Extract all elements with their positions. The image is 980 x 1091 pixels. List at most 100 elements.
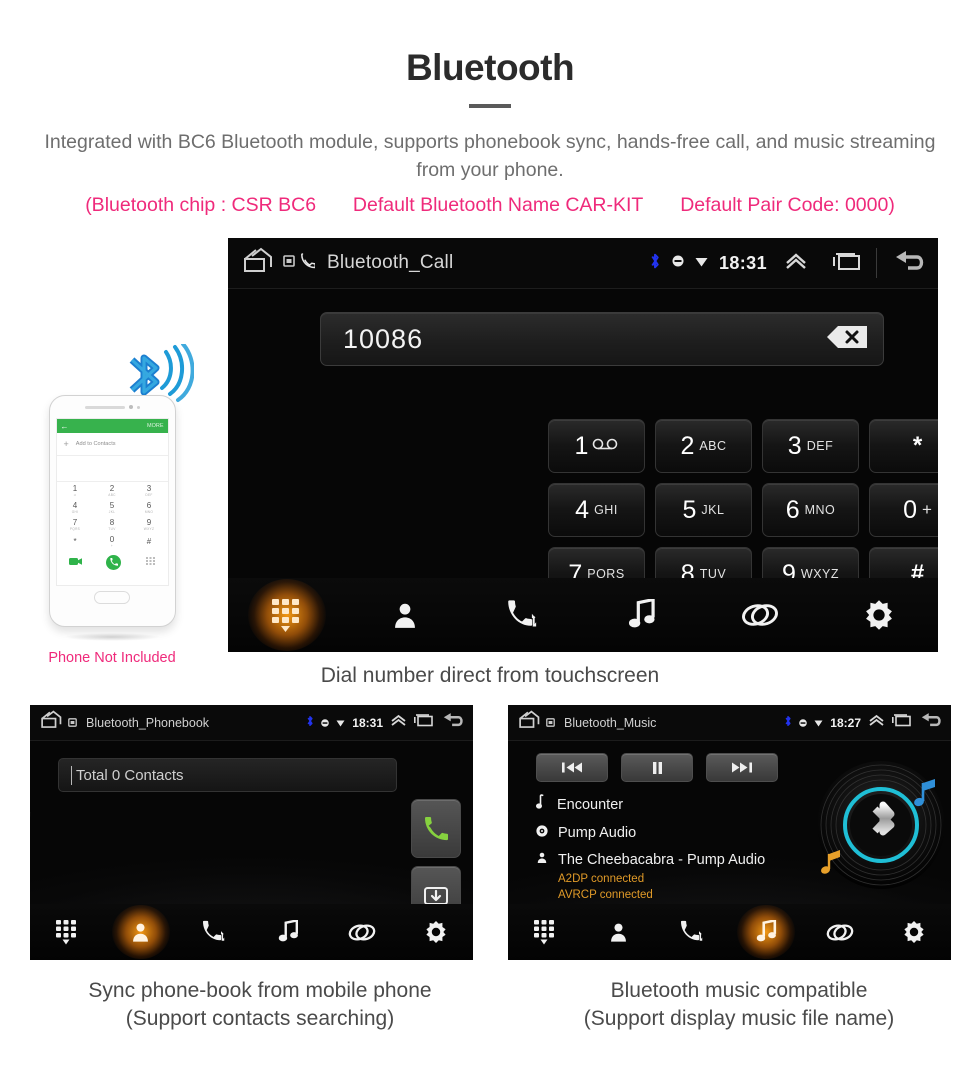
phone-key-letters: ABC: [108, 492, 116, 497]
phone-key-letters: ∞: [73, 492, 77, 497]
contacts-search-input[interactable]: Total 0 Contacts: [58, 758, 397, 792]
nav-music[interactable]: [729, 904, 803, 960]
videocall-icon: [68, 553, 82, 571]
key-digit: 0: [903, 495, 917, 524]
keypad-icon: [272, 599, 300, 632]
phone-key-digit: 5: [109, 500, 115, 510]
key-digit: 1: [574, 431, 589, 460]
more-label: MORE: [147, 423, 164, 429]
call-history-icon: [508, 600, 536, 627]
nav-settings[interactable]: [820, 578, 938, 652]
contact-icon: [133, 923, 149, 942]
status-bar: Bluetooth_Phonebook 18:31: [30, 705, 473, 741]
track-title: Encounter: [557, 796, 624, 813]
nav-music[interactable]: [583, 578, 701, 652]
screen-title: Bluetooth_Call: [327, 252, 454, 273]
nav-call-history[interactable]: [465, 578, 583, 652]
track-title-row: Encounter: [536, 794, 826, 815]
status-bar: Bluetooth_Call 18:31: [228, 238, 938, 289]
track-note-icon: [536, 794, 547, 815]
voicemail-icon: [592, 437, 618, 455]
home-icon[interactable]: [518, 710, 542, 735]
speaker-grille: [84, 405, 125, 409]
key-digit: *: [912, 432, 923, 459]
bluetooth-phonebook-screen: Bluetooth_Phonebook 18:31 Total 0 Contac…: [30, 705, 473, 960]
nav-contacts[interactable]: [346, 578, 464, 652]
spec-name: Default Bluetooth Name CAR-KIT: [352, 193, 644, 216]
backspace-icon[interactable]: [825, 324, 869, 355]
phone-key-letters: WXYZ: [143, 526, 155, 531]
previous-track-button[interactable]: [536, 753, 608, 782]
nav-pair-link[interactable]: [701, 578, 819, 652]
sd-card-icon: [283, 254, 295, 272]
key-digit: 6: [785, 495, 800, 524]
nav-settings[interactable]: [399, 904, 473, 960]
bluetooth-icon: [306, 714, 314, 732]
nav-keypad[interactable]: [508, 904, 582, 960]
camera-dot: [128, 405, 133, 409]
sd-card-icon: [68, 714, 77, 732]
phone-key-digit: 1: [72, 483, 78, 493]
nav-pair-link[interactable]: [325, 904, 399, 960]
pause-icon: [652, 761, 662, 774]
spec-line: (Bluetooth chip : CSR BC6 Default Blueto…: [0, 194, 980, 217]
transport-controls: [536, 753, 778, 782]
back-icon[interactable]: [892, 248, 928, 279]
key-letters: +: [921, 500, 932, 519]
key-0[interactable]: 0 +: [869, 483, 938, 537]
phone-screen: ← MORE + Add to Contacts 1 ∞ 2 ABC 3 DEF 4G…: [55, 418, 169, 586]
key-digit: 3: [787, 431, 802, 460]
nav-pair-link[interactable]: [803, 904, 877, 960]
phone-key: 9 WXYZ: [131, 516, 168, 533]
key-1[interactable]: 1: [548, 419, 645, 473]
key-2[interactable]: 2 ABC: [655, 419, 752, 473]
nav-music[interactable]: [251, 904, 325, 960]
recents-icon[interactable]: [833, 251, 861, 276]
gear-icon: [426, 921, 446, 943]
album-disc-icon: [536, 824, 548, 842]
key-3[interactable]: 3 DEF: [762, 419, 859, 473]
mute-icon: [321, 714, 330, 732]
recents-icon[interactable]: [892, 713, 912, 732]
phone-call-button: [106, 554, 122, 570]
key-5[interactable]: 5 JKL: [655, 483, 752, 537]
link-icon: [826, 923, 854, 941]
key-6[interactable]: 6 MNO: [762, 483, 859, 537]
mute-icon: [672, 254, 684, 272]
phone-key: 2 ABC: [94, 482, 131, 499]
recents-icon[interactable]: [414, 713, 434, 732]
bluetooth-icon: [649, 252, 661, 275]
wifi-icon: [695, 254, 708, 272]
nav-keypad[interactable]: [30, 904, 104, 960]
chevron-up-icon[interactable]: [784, 251, 808, 276]
next-track-button[interactable]: [706, 753, 778, 782]
nav-settings[interactable]: [877, 904, 951, 960]
nav-contacts[interactable]: [104, 904, 178, 960]
nav-call-history[interactable]: [656, 904, 730, 960]
key-4[interactable]: 4 GHI: [548, 483, 645, 537]
home-icon[interactable]: [40, 710, 64, 735]
back-icon[interactable]: [441, 711, 466, 734]
home-icon[interactable]: [242, 247, 276, 280]
phone-number-input[interactable]: 10086: [320, 312, 884, 366]
next-icon: [732, 762, 752, 773]
back-icon[interactable]: [919, 711, 944, 734]
key-star[interactable]: *: [869, 419, 938, 473]
nav-call-history[interactable]: [178, 904, 252, 960]
music-caption-line2: (Support display music file name): [583, 1007, 895, 1031]
link-icon: [742, 604, 779, 626]
music-caption: Bluetooth music compatible (Support disp…: [249, 977, 980, 1034]
key-digit: 2: [680, 431, 695, 460]
text-caret: [71, 765, 72, 785]
nav-keypad[interactable]: [228, 578, 346, 652]
main-caption: Dial number direct from touchscreen: [320, 664, 660, 687]
chevron-up-icon[interactable]: [868, 713, 885, 732]
nav-contacts[interactable]: [582, 904, 656, 960]
a2dp-status: A2DP connected: [558, 873, 645, 885]
call-button[interactable]: [411, 799, 461, 858]
chevron-up-icon[interactable]: [390, 713, 407, 732]
pause-button[interactable]: [621, 753, 693, 782]
music-note-icon: [278, 920, 298, 942]
phone-key-digit: 4: [72, 500, 78, 510]
phone-key-digit: 0: [109, 534, 115, 544]
